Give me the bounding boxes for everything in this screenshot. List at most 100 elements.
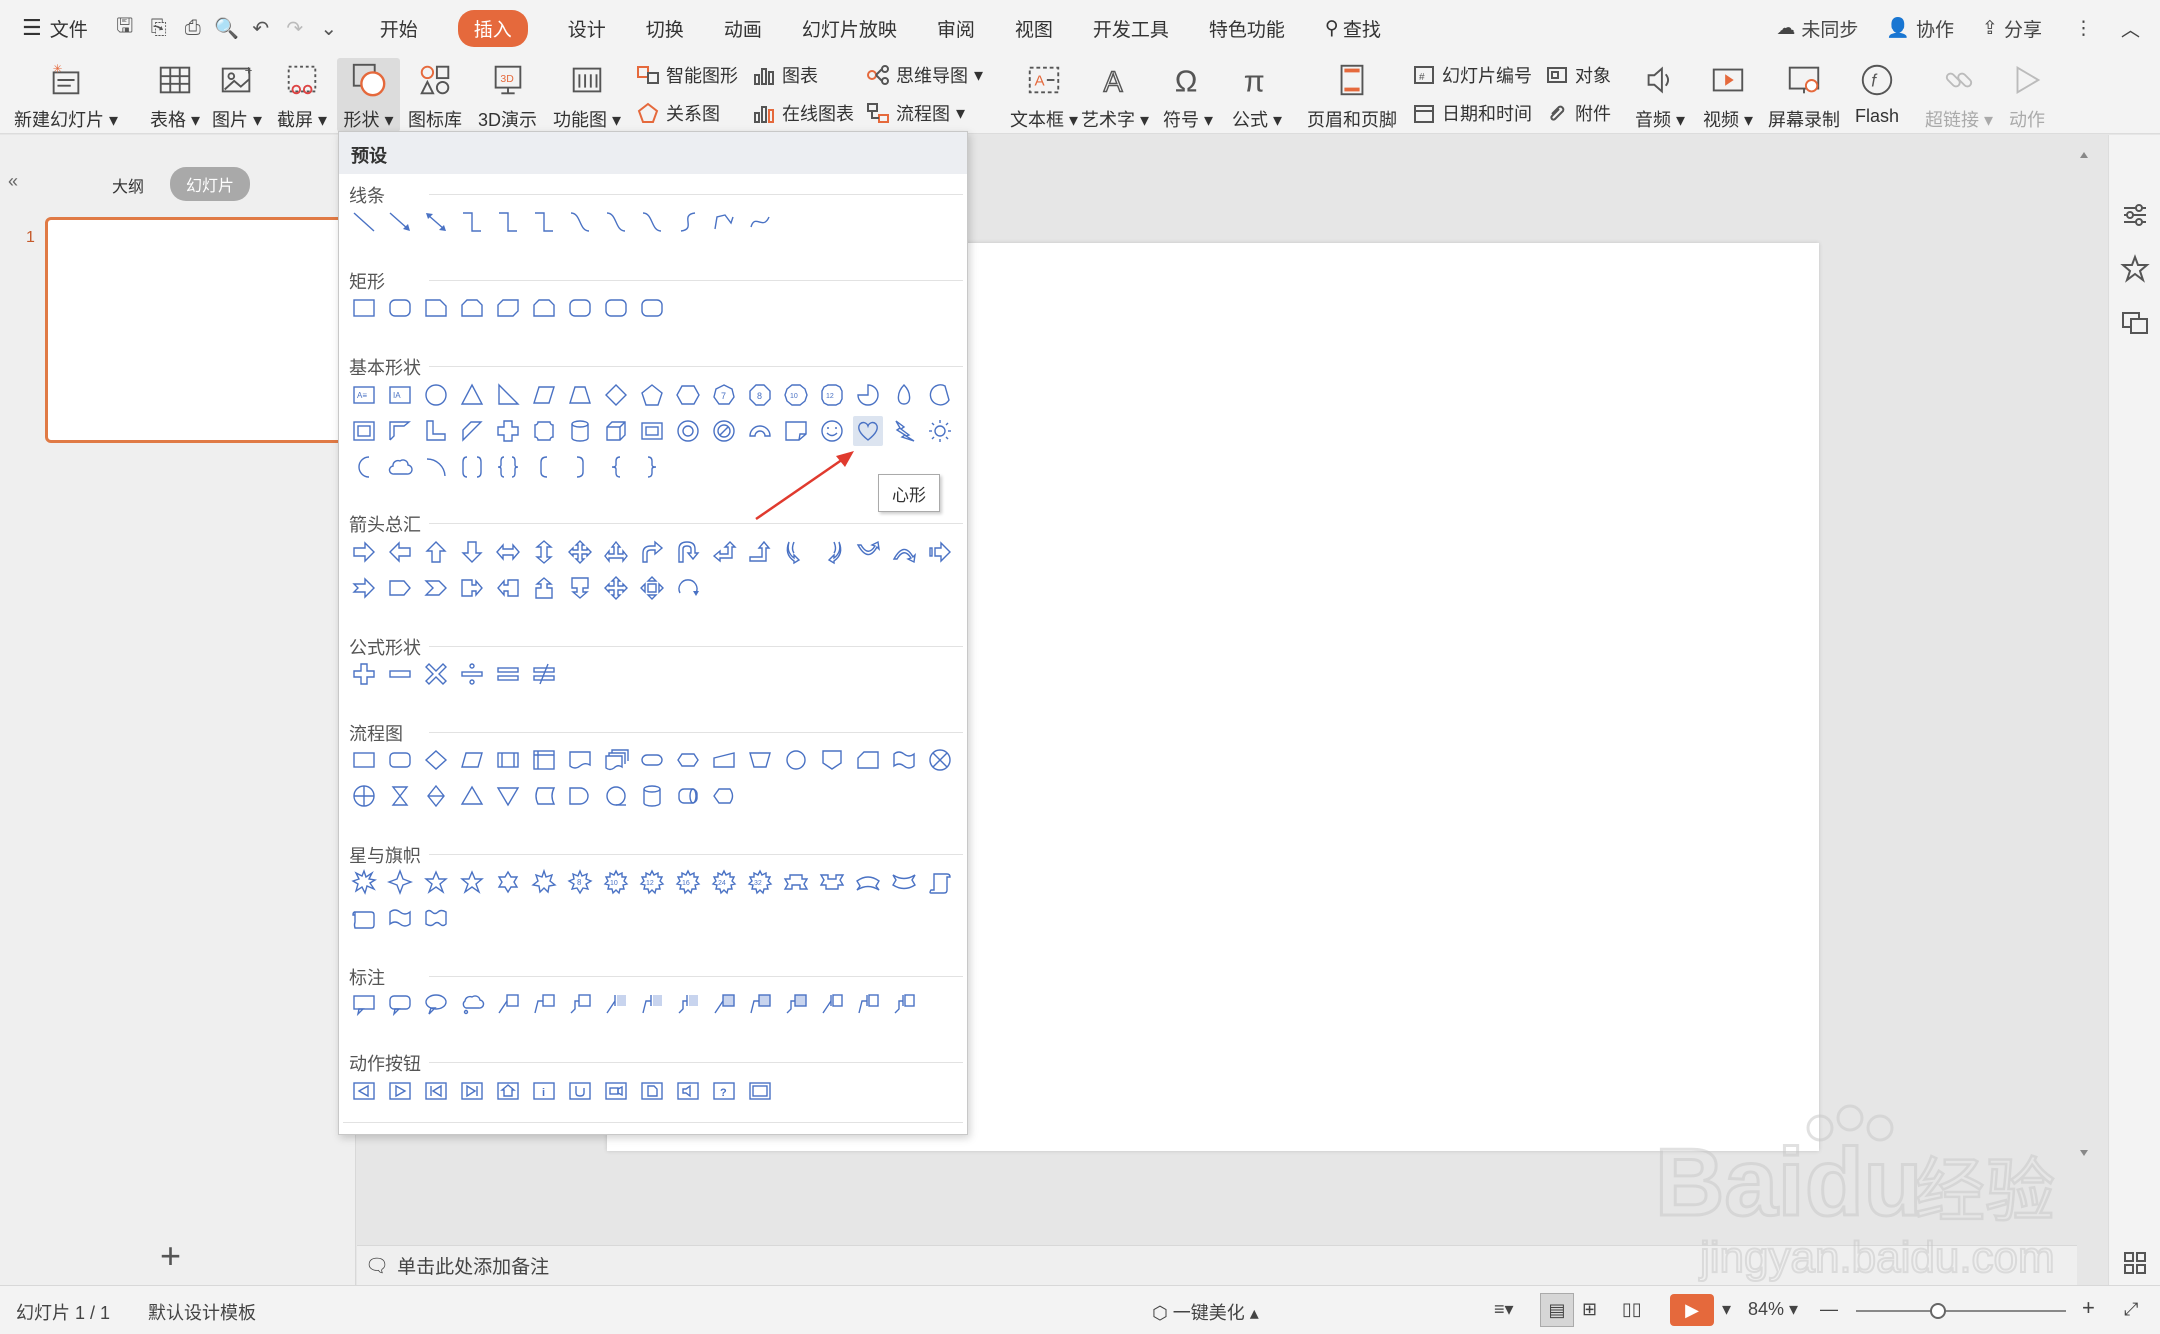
- shape-star4-icon[interactable]: [385, 867, 415, 897]
- tab-view[interactable]: 视图: [995, 0, 1073, 56]
- undo-icon[interactable]: ↶: [244, 0, 278, 56]
- shape-bevel-icon[interactable]: [637, 416, 667, 446]
- screen-record-button[interactable]: 屏幕录制: [1768, 58, 1840, 132]
- shape-elbow-icon[interactable]: [457, 207, 487, 237]
- shape-arr-curved-r-icon[interactable]: [781, 537, 811, 567]
- shape-teardrop-icon[interactable]: [889, 380, 919, 410]
- shape-wave-icon[interactable]: [385, 903, 415, 933]
- shape-halfframe-icon[interactable]: [385, 416, 415, 446]
- shape-arr-bent-icon[interactable]: [637, 537, 667, 567]
- shape-arr-striped-icon[interactable]: [925, 537, 955, 567]
- shape-star10-icon[interactable]: 10: [601, 867, 631, 897]
- shape-minus-icon[interactable]: [385, 659, 415, 689]
- shape-a-begin-icon[interactable]: [421, 1076, 451, 1106]
- slide-sorter-icon[interactable]: ⊞: [1582, 1299, 1597, 1320]
- shape-scurve-icon[interactable]: [673, 207, 703, 237]
- shape-explosion-icon[interactable]: [349, 867, 379, 897]
- video-button[interactable]: 视频 ▾: [1703, 58, 1753, 132]
- normal-view-icon[interactable]: ▤: [1540, 1293, 1574, 1327]
- shape-f-data-icon[interactable]: [457, 745, 487, 775]
- customize-chevron-icon[interactable]: ⌄: [312, 0, 346, 56]
- tab-transitions[interactable]: 切换: [626, 0, 704, 56]
- shape-lbrace-icon[interactable]: [601, 452, 631, 482]
- shape-dbracket-icon[interactable]: [457, 452, 487, 482]
- shape-rtriangle-icon[interactable]: [493, 380, 523, 410]
- shape-c-no-border3-icon[interactable]: [889, 989, 919, 1019]
- more-icon[interactable]: ⋮: [2056, 17, 2111, 40]
- shape-arr-u-d-icon[interactable]: [529, 537, 559, 567]
- shape-textbox-icon[interactable]: A≡: [349, 380, 379, 410]
- shape-plaque-icon[interactable]: [529, 416, 559, 446]
- shape-f-extract-icon[interactable]: [457, 781, 487, 811]
- shape-heart-icon[interactable]: [853, 416, 883, 446]
- shape-pent-arrow-icon[interactable]: [385, 573, 415, 603]
- shape-c-line1-icon[interactable]: [493, 989, 523, 1019]
- shape-f-doc-icon[interactable]: [565, 745, 595, 775]
- tab-outline[interactable]: 大纲: [112, 173, 144, 197]
- demo3d-button[interactable]: 3D 3D演示: [478, 58, 537, 132]
- textbox-button[interactable]: A 文本框 ▾: [1010, 58, 1078, 132]
- shape-c-accent1-icon[interactable]: [601, 989, 631, 1019]
- shape-arr-d-icon[interactable]: [457, 537, 487, 567]
- shape-parallelogram-icon[interactable]: [529, 380, 559, 410]
- collapse-panel-icon[interactable]: «: [8, 171, 18, 192]
- chart-button[interactable]: 图表: [752, 62, 818, 88]
- flash-button[interactable]: f Flash: [1855, 58, 1899, 127]
- shape-a-movie-icon[interactable]: [601, 1076, 631, 1106]
- relation-chart-button[interactable]: 关系图: [636, 100, 720, 126]
- shape-f-seq-access-icon[interactable]: [601, 781, 631, 811]
- picture-button[interactable]: + 图片 ▾: [212, 58, 262, 132]
- shape-chevron-icon[interactable]: [421, 573, 451, 603]
- shape-arr-r-icon[interactable]: [349, 537, 379, 567]
- tab-slides[interactable]: 幻灯片: [170, 167, 251, 201]
- shape-star12-icon[interactable]: 12: [637, 867, 667, 897]
- shape-c-no-border2-icon[interactable]: [853, 989, 883, 1019]
- shape-ribbon-down-icon[interactable]: [817, 867, 847, 897]
- shape-star32-icon[interactable]: 32: [745, 867, 775, 897]
- shape-a-back-icon[interactable]: [349, 1076, 379, 1106]
- shape-callout-r-icon[interactable]: [457, 573, 487, 603]
- shape-frame-icon[interactable]: [349, 416, 379, 446]
- shape-curve-icon[interactable]: [565, 207, 595, 237]
- save-icon[interactable]: 🖫: [108, 0, 142, 56]
- play-options-chevron-icon[interactable]: ▾: [1722, 1299, 1731, 1320]
- shape-circ-arrow-icon[interactable]: [673, 573, 703, 603]
- shape-f-decision-icon[interactable]: [421, 745, 451, 775]
- shape-a-return-icon[interactable]: [565, 1076, 595, 1106]
- shape-c-accent2-icon[interactable]: [637, 989, 667, 1019]
- shape-c-border1-icon[interactable]: [709, 989, 739, 1019]
- shape-f-direct-icon[interactable]: [673, 781, 703, 811]
- shape-a-end-icon[interactable]: [457, 1076, 487, 1106]
- vertical-scrollbar[interactable]: [2077, 150, 2091, 1210]
- shape-line-icon[interactable]: [349, 207, 379, 237]
- shape-star8-icon[interactable]: 8: [565, 867, 595, 897]
- action-button[interactable]: 动作: [2008, 58, 2046, 132]
- audio-button[interactable]: 音频 ▾: [1635, 58, 1685, 132]
- shape-can-icon[interactable]: [565, 416, 595, 446]
- shape-f-mag-disk-icon[interactable]: [637, 781, 667, 811]
- shape-rrect-icon[interactable]: [565, 293, 595, 323]
- formula-button[interactable]: π 公式 ▾: [1232, 58, 1282, 132]
- shape-f-predef-icon[interactable]: [493, 745, 523, 775]
- zoom-out-icon[interactable]: —: [1820, 1299, 1838, 1320]
- shape-arr-bent-up-icon[interactable]: [745, 537, 775, 567]
- shape-f-manual-op-icon[interactable]: [745, 745, 775, 775]
- shape-a-custom-icon[interactable]: [745, 1076, 775, 1106]
- shape-rrect-icon[interactable]: [637, 293, 667, 323]
- shape-a-help-icon[interactable]: ?: [709, 1076, 739, 1106]
- shape-heptagon-icon[interactable]: 7: [709, 380, 739, 410]
- shape-vtextbox-icon[interactable]: IA: [385, 380, 415, 410]
- search-button[interactable]: ⚲ 查找: [1305, 0, 1401, 56]
- shape-f-prep-icon[interactable]: [673, 745, 703, 775]
- new-slide-button[interactable]: ✳ 新建幻灯片 ▾: [14, 58, 118, 132]
- shape-snip2-icon[interactable]: [529, 293, 559, 323]
- template-name[interactable]: 默认设计模板: [148, 1299, 256, 1325]
- shape-a-home-icon[interactable]: [493, 1076, 523, 1106]
- tab-slideshow[interactable]: 幻灯片放映: [782, 0, 917, 56]
- shape-star24-icon[interactable]: 24: [709, 867, 739, 897]
- shape-arr-notched-icon[interactable]: [349, 573, 379, 603]
- shape-lshape-icon[interactable]: [421, 416, 451, 446]
- online-chart-button[interactable]: 在线图表: [752, 100, 854, 126]
- shape-f-tape-icon[interactable]: [889, 745, 919, 775]
- shape-chord-icon[interactable]: [925, 380, 955, 410]
